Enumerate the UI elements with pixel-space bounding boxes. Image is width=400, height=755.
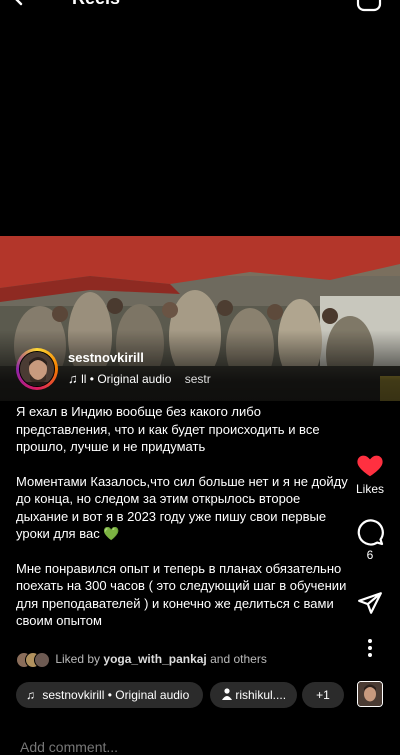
audio-line[interactable]: ♫ ll • Original audio sestr — [68, 371, 238, 386]
audio-chip-label: sestnovkirill • Original audio — [42, 688, 190, 702]
comments-count: 6 — [366, 548, 374, 562]
liked-by-row[interactable]: Liked by yoga_with_pankaj and others — [16, 652, 267, 670]
audio-thumbnail[interactable] — [357, 681, 383, 707]
liked-by-prefix: Liked by — [55, 652, 101, 667]
caption-paragraph-3: Мне понравился опыт и теперь в планах об… — [16, 560, 347, 629]
top-bar: Reels — [0, 0, 400, 14]
username[interactable]: sestnovkirill — [68, 350, 144, 365]
camera-icon[interactable] — [356, 0, 382, 12]
liked-by-suffix: and others — [210, 652, 267, 667]
post-caption[interactable]: Я ехал в Индию вообще без какого либо пр… — [16, 403, 351, 647]
more-tags-chip[interactable]: +1 — [302, 682, 344, 708]
back-arrow-icon[interactable] — [10, 0, 34, 10]
heart-icon — [357, 455, 383, 477]
more-options-button[interactable] — [350, 638, 390, 658]
comment-button[interactable]: 6 — [350, 518, 390, 562]
thumbnail-image — [358, 682, 382, 706]
tagged-user-label: rishikul.... — [235, 688, 287, 702]
audio-bars: ll — [81, 372, 87, 386]
more-vertical-icon — [368, 639, 372, 657]
author-row: sestnovkirill ♫ ll • Original audio sest… — [16, 348, 246, 392]
audio-scroll-text: sestr — [184, 372, 211, 386]
avatar[interactable] — [16, 348, 58, 390]
caption-paragraph-1: Я ехал в Индию вообще без какого либо пр… — [16, 404, 320, 454]
likes-label: Likes — [355, 482, 384, 496]
music-note-icon: ♫ — [26, 688, 35, 702]
comment-icon — [357, 519, 384, 546]
liker-avatar — [34, 652, 50, 668]
audio-label: Original audio — [97, 372, 172, 386]
share-button[interactable] — [350, 590, 390, 616]
person-icon — [222, 688, 232, 700]
avatar-photo — [20, 352, 54, 386]
tagged-user-chip[interactable]: rishikul.... — [210, 682, 297, 708]
liked-by-avatars — [16, 652, 52, 668]
like-button[interactable]: Likes — [350, 450, 390, 496]
send-icon — [358, 592, 382, 614]
liked-by-user[interactable]: yoga_with_pankaj — [103, 652, 206, 666]
caption-paragraph-2: Моментами Казалось,что сил больше нет и … — [16, 473, 348, 542]
audio-chip[interactable]: ♫ sestnovkirill • Original audio — [16, 682, 203, 708]
page-title: Reels — [72, 0, 120, 9]
music-note-icon: ♫ — [68, 371, 78, 386]
